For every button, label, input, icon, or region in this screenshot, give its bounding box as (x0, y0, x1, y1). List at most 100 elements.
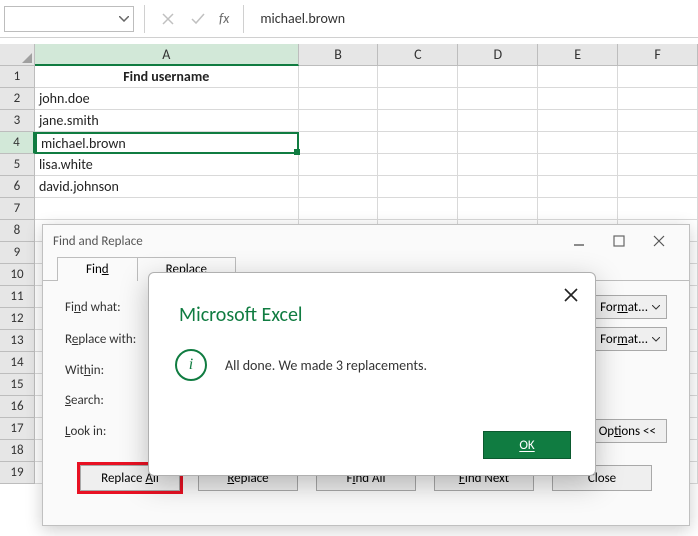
cell[interactable] (618, 198, 698, 220)
cell[interactable]: jane.smith (35, 110, 299, 132)
close-icon[interactable] (557, 281, 585, 309)
row-header[interactable]: 19 (0, 462, 35, 484)
cell[interactable] (299, 176, 379, 198)
cell[interactable] (299, 154, 379, 176)
col-header-F[interactable]: F (618, 44, 698, 66)
name-box[interactable] (4, 6, 134, 32)
cell[interactable] (458, 110, 538, 132)
dialog-titlebar[interactable]: Find and Replace (43, 225, 689, 257)
cell[interactable]: lisa.white (35, 154, 299, 176)
formula-bar: fx (0, 0, 698, 38)
table-row: 2john.doe (0, 88, 698, 110)
info-icon: i (175, 349, 207, 381)
cell[interactable] (538, 154, 618, 176)
maximize-icon[interactable] (599, 227, 639, 255)
cell[interactable] (618, 66, 698, 88)
cell[interactable] (458, 154, 538, 176)
row-header[interactable]: 5 (0, 154, 35, 176)
row-header[interactable]: 1 (0, 66, 35, 88)
row-header[interactable]: 4 (0, 132, 35, 154)
fx-label[interactable]: fx (219, 10, 229, 27)
cell[interactable] (378, 198, 458, 220)
separator (243, 5, 244, 33)
row-header[interactable]: 2 (0, 88, 35, 110)
cell[interactable] (618, 110, 698, 132)
cell[interactable] (458, 176, 538, 198)
cell[interactable] (618, 88, 698, 110)
chevron-down-icon (119, 16, 129, 22)
message-text: All done. We made 3 replacements. (225, 357, 427, 374)
label-find-what: Find what: (65, 300, 145, 315)
label-look-in: Look in: (65, 424, 145, 439)
cell[interactable]: michael.brown (35, 132, 299, 154)
dialog-title: Find and Replace (53, 234, 559, 249)
cell[interactable] (378, 88, 458, 110)
row-header[interactable]: 17 (0, 418, 35, 440)
cell[interactable]: Find username (35, 66, 299, 88)
cell[interactable] (378, 66, 458, 88)
row-header[interactable]: 13 (0, 330, 35, 352)
close-icon[interactable] (639, 227, 679, 255)
table-row: 7 (0, 198, 698, 220)
cell[interactable] (299, 66, 379, 88)
cell[interactable] (378, 110, 458, 132)
cell[interactable] (538, 110, 618, 132)
col-header-A[interactable]: A (35, 44, 299, 66)
cell[interactable] (378, 154, 458, 176)
cell[interactable] (299, 110, 379, 132)
cell[interactable] (538, 132, 618, 154)
cell[interactable] (618, 176, 698, 198)
cell[interactable] (35, 198, 299, 220)
table-row: 3jane.smith (0, 110, 698, 132)
cell[interactable] (458, 88, 538, 110)
row-header[interactable]: 8 (0, 220, 35, 242)
cell[interactable] (458, 132, 538, 154)
table-row: 1Find username (0, 66, 698, 88)
table-row: 6david.johnson (0, 176, 698, 198)
column-headers: A B C D E F (0, 44, 698, 66)
cell[interactable] (538, 88, 618, 110)
formula-input[interactable] (254, 6, 698, 32)
select-all-corner[interactable] (0, 44, 35, 66)
row-header[interactable]: 18 (0, 440, 35, 462)
cell[interactable] (299, 88, 379, 110)
row-header[interactable]: 16 (0, 396, 35, 418)
cell[interactable] (618, 132, 698, 154)
row-header[interactable]: 15 (0, 374, 35, 396)
cell[interactable] (458, 198, 538, 220)
cell[interactable] (538, 176, 618, 198)
tab-find[interactable]: Find (57, 257, 137, 281)
confirm-icon (185, 6, 211, 32)
cell[interactable] (458, 66, 538, 88)
row-header[interactable]: 14 (0, 352, 35, 374)
label-within: Within: (65, 363, 145, 378)
col-header-D[interactable]: D (458, 44, 538, 66)
row-header[interactable]: 6 (0, 176, 35, 198)
row-header[interactable]: 12 (0, 308, 35, 330)
ok-button[interactable]: OK (483, 431, 571, 459)
row-header[interactable]: 3 (0, 110, 35, 132)
cell[interactable] (299, 198, 379, 220)
separator (144, 5, 145, 33)
cell[interactable] (299, 132, 379, 154)
cell[interactable] (538, 66, 618, 88)
col-header-B[interactable]: B (299, 44, 379, 66)
cell[interactable]: david.johnson (35, 176, 299, 198)
table-row: 5lisa.white (0, 154, 698, 176)
row-header[interactable]: 10 (0, 264, 35, 286)
cell[interactable] (378, 132, 458, 154)
cell[interactable] (378, 176, 458, 198)
cell[interactable] (538, 198, 618, 220)
col-header-E[interactable]: E (538, 44, 618, 66)
cancel-icon (155, 6, 181, 32)
cell[interactable]: john.doe (35, 88, 299, 110)
row-header[interactable]: 11 (0, 286, 35, 308)
format-button[interactable]: Format... (593, 295, 667, 319)
row-header[interactable]: 9 (0, 242, 35, 264)
cell[interactable] (618, 154, 698, 176)
options-button[interactable]: Options << (588, 419, 667, 443)
col-header-C[interactable]: C (378, 44, 458, 66)
row-header[interactable]: 7 (0, 198, 35, 220)
format-button[interactable]: Format... (593, 327, 667, 351)
minimize-icon[interactable] (559, 227, 599, 255)
